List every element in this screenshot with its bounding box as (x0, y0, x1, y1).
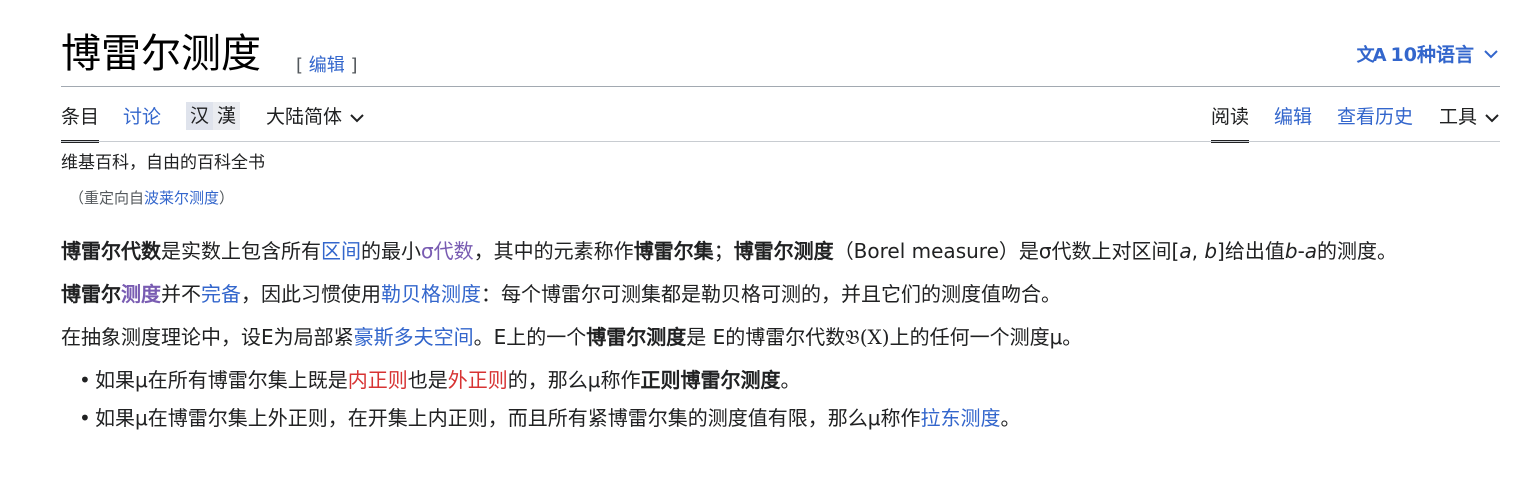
bracket-close: ] (350, 55, 358, 76)
bold-term: 博雷尔测度 (733, 239, 834, 263)
text: 的，那么μ称作 (507, 368, 641, 392)
redirect-suffix: ） (219, 189, 235, 207)
tab-history[interactable]: 查看历史 (1337, 104, 1413, 130)
paragraph-2: 博雷尔测度并不完备，因此习惯使用勒贝格测度：每个博雷尔可测集都是勒贝格可测的，并… (61, 277, 1500, 312)
article-body: 博雷尔代数是实数上包含所有区间的最小σ代数，其中的元素称作博雷尔集；博雷尔测度（… (61, 234, 1500, 439)
tab-article[interactable]: 条目 (61, 104, 100, 143)
text: 上的任何一个测度μ。 (889, 325, 1083, 349)
page-tabs: 条目 讨论 汉 漢 大陆简体 阅读 编辑 查看历史 工具 (61, 100, 1500, 143)
site-tagline: 维基百科，自由的百科全书 (61, 153, 265, 173)
text: 并不 (161, 282, 201, 306)
link-radon-measure[interactable]: 拉东测度 (920, 406, 1000, 430)
math-var: a (1304, 239, 1318, 263)
translate-icon: 文A (1356, 44, 1387, 66)
math-borel-algebra: 𝔅(X) (845, 325, 890, 349)
text: ]给出值 (1217, 239, 1285, 263)
bold-term: 正则博雷尔测度 (640, 368, 781, 392)
link-sigma-algebra[interactable]: σ代数 (421, 239, 474, 263)
paragraph-3: 在抽象测度理论中，设E为局部紧豪斯多夫空间。E上的一个博雷尔测度是 E的博雷尔代… (61, 320, 1500, 355)
redirect-prefix: （重定向自 (69, 189, 145, 207)
text: 如果μ在所有博雷尔集上既是 (95, 368, 348, 392)
variant-simplified[interactable]: 汉 (186, 102, 214, 130)
text: 是实数上包含所有 (161, 239, 321, 263)
title-edit-link[interactable]: 编辑 (309, 55, 345, 76)
bold-term: 博雷尔 (61, 282, 121, 306)
redirect-source-link[interactable]: 波莱尔测度 (144, 189, 219, 207)
text: - (1297, 239, 1305, 263)
tools-label: 工具 (1439, 106, 1478, 128)
link-inner-regular[interactable]: 内正则 (348, 368, 408, 392)
text: 。E上的一个 (473, 325, 587, 349)
variant-traditional[interactable]: 漢 (213, 102, 241, 130)
text: ； (713, 239, 734, 263)
tab-edit[interactable]: 编辑 (1274, 104, 1312, 130)
variant-dropdown[interactable]: 大陆简体 (266, 104, 364, 132)
link-measure[interactable]: 测度 (121, 282, 161, 306)
definition-list: 如果μ在所有博雷尔集上既是内正则也是外正则的，那么μ称作正则博雷尔测度。 如果μ… (61, 363, 1500, 436)
list-item: 如果μ在博雷尔集上外正则，在开集上内正则，而且所有紧博雷尔集的测度值有限，那么μ… (79, 401, 1500, 436)
tools-dropdown[interactable]: 工具 (1439, 104, 1499, 132)
bold-term: 博雷尔代数 (61, 239, 161, 263)
variant-dropdown-label: 大陆简体 (266, 106, 343, 128)
text: （Borel measure）是σ代数上对区间[ (833, 239, 1180, 263)
text: 。 (780, 368, 801, 392)
title-edit-section: [ 编辑 ] (296, 51, 358, 77)
chevron-down-icon (1484, 44, 1498, 63)
paragraph-1: 博雷尔代数是实数上包含所有区间的最小σ代数，其中的元素称作博雷尔集；博雷尔测度（… (61, 234, 1500, 269)
link-complete[interactable]: 完备 (201, 282, 241, 306)
bold-term: 博雷尔集 (633, 239, 714, 263)
link-hausdorff-space[interactable]: 豪斯多夫空间 (354, 325, 474, 349)
text: 如果μ在博雷尔集上外正则，在开集上内正则，而且所有紧博雷尔集的测度值有限，那么μ… (95, 406, 921, 430)
link-interval[interactable]: 区间 (321, 239, 361, 263)
tab-talk[interactable]: 讨论 (123, 104, 161, 130)
chevron-down-icon (1485, 111, 1499, 127)
text: 在抽象测度理论中，设E为局部紧 (61, 325, 354, 349)
text: ，因此习惯使用 (241, 282, 381, 306)
text: , (1191, 239, 1205, 263)
text: 。 (1000, 406, 1021, 430)
text: 的最小 (361, 239, 421, 263)
wiki-page: 博雷尔测度 [ 编辑 ] 文A 10种语言 条目 讨论 汉 漢 大陆简体 阅读 … (0, 0, 1539, 502)
text: 的测度。 (1317, 239, 1398, 263)
text: ，其中的元素称作 (473, 239, 634, 263)
math-var: a (1179, 239, 1192, 263)
math-var: b (1204, 239, 1218, 263)
text: ：每个博雷尔可测集都是勒贝格可测的，并且它们的测度值吻合。 (481, 282, 1061, 306)
link-outer-regular[interactable]: 外正则 (448, 368, 508, 392)
bracket-open: [ (296, 55, 304, 76)
math-var: b (1284, 239, 1298, 263)
page-title: 博雷尔测度 (61, 31, 261, 77)
tab-read[interactable]: 阅读 (1211, 104, 1250, 143)
chevron-down-icon (350, 111, 364, 127)
text: 是 E的博雷尔代数 (686, 325, 846, 349)
link-lebesgue-measure[interactable]: 勒贝格测度 (381, 282, 481, 306)
title-divider (61, 86, 1500, 87)
bold-term: 博雷尔测度 (586, 325, 687, 349)
tabs-divider (61, 141, 1500, 142)
language-button[interactable]: 文A 10种语言 (1357, 40, 1498, 67)
text: 也是 (407, 368, 448, 392)
list-item: 如果μ在所有博雷尔集上既是内正则也是外正则的，那么μ称作正则博雷尔测度。 (79, 363, 1500, 398)
language-count-label: 10种语言 (1390, 44, 1474, 66)
variant-toggle: 汉 漢 (186, 101, 241, 131)
redirect-notice: （重定向自波莱尔测度） (69, 187, 234, 208)
